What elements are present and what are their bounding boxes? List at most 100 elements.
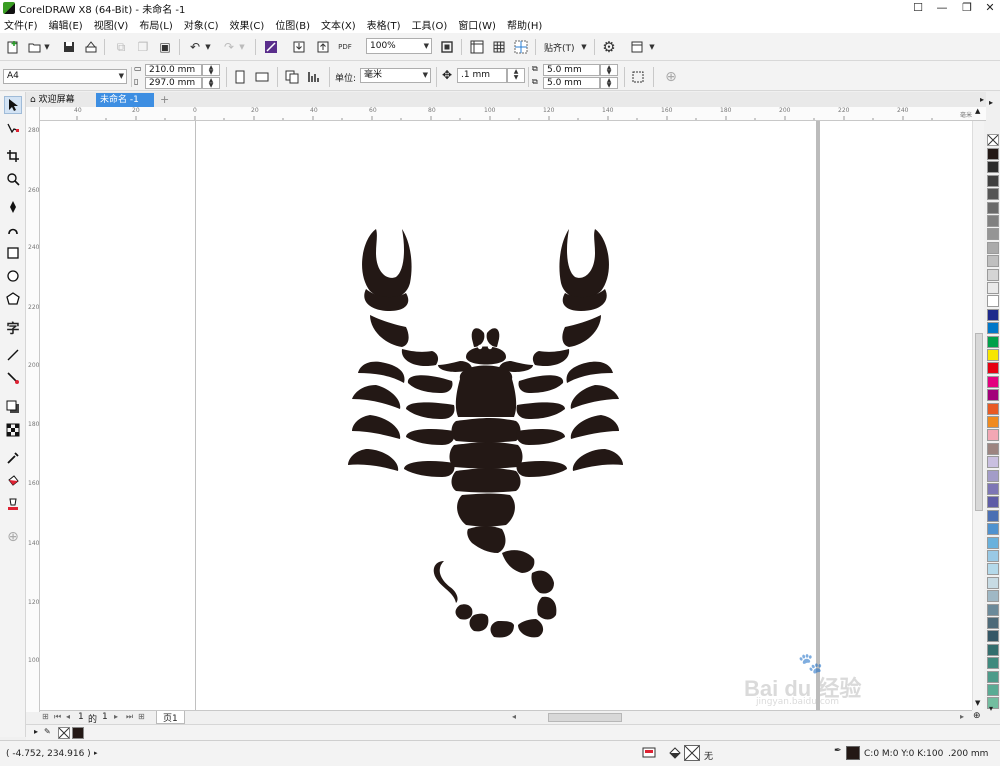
menu-view[interactable]: 视图(V) — [94, 17, 129, 32]
menu-window[interactable]: 窗口(W) — [458, 17, 496, 32]
rectangle-tool-icon[interactable] — [4, 244, 22, 262]
palette-swatch[interactable] — [987, 161, 999, 174]
palette-swatch[interactable] — [987, 389, 999, 402]
fill-none-swatch[interactable] — [684, 745, 700, 761]
palette-swatch[interactable] — [987, 442, 999, 455]
drop-shadow-tool-icon[interactable] — [4, 398, 22, 416]
menu-tools[interactable]: 工具(O) — [412, 17, 448, 32]
horizontal-ruler[interactable]: 40 20 0 20 40 60 80 100 120 140 160 180 … — [40, 107, 988, 121]
menu-text[interactable]: 文本(X) — [321, 17, 356, 32]
import-icon[interactable] — [290, 38, 308, 56]
open-recent-dropdown-icon[interactable]: ▼ — [42, 38, 52, 56]
palette-swatch[interactable] — [987, 174, 999, 187]
shape-tool-icon[interactable] — [4, 119, 22, 137]
palette-swatch[interactable] — [987, 201, 999, 214]
status-expand-icon[interactable]: ▸ — [94, 749, 98, 757]
horizontal-scroll-thumb[interactable] — [548, 713, 622, 722]
fill-bucket-icon[interactable] — [668, 746, 682, 763]
vertical-scrollbar[interactable]: ▲ ▼ — [972, 107, 984, 710]
duplicate-x-field[interactable]: 5.0 mm — [543, 64, 600, 76]
palette-swatch[interactable] — [987, 684, 999, 696]
palette-swatch[interactable] — [987, 416, 999, 428]
doc-artwork-color-swatch[interactable] — [72, 727, 84, 739]
current-page-icon[interactable] — [305, 68, 323, 86]
units-select[interactable]: 毫米 ▼ — [360, 68, 431, 83]
palette-swatch[interactable] — [987, 563, 999, 576]
print-icon[interactable] — [82, 38, 100, 56]
treat-as-filled-icon[interactable] — [629, 68, 647, 86]
landscape-orientation-icon[interactable] — [253, 68, 271, 86]
palette-swatch[interactable] — [987, 188, 999, 201]
close-button[interactable]: ✕ — [978, 0, 1000, 16]
restore-button[interactable]: ❐ — [955, 0, 979, 16]
page-1-tab[interactable]: 页1 — [156, 711, 185, 724]
eyedropper-tool-icon[interactable] — [4, 449, 22, 467]
palette-swatch[interactable] — [987, 670, 999, 683]
document-palette-menu-icon[interactable]: ▸ — [34, 727, 38, 736]
palette-swatch[interactable] — [987, 295, 999, 308]
outline-pen-icon[interactable]: ✒ — [834, 746, 842, 756]
smart-fill-tool-icon[interactable] — [4, 495, 22, 513]
scroll-down-icon[interactable]: ▼ — [975, 699, 980, 707]
palette-swatch[interactable] — [987, 429, 999, 442]
palette-swatch[interactable] — [987, 349, 999, 361]
undo-icon[interactable]: ↶ — [186, 38, 204, 56]
vertical-ruler[interactable]: 280 260 240 220 200 180 160 140 120 100 — [26, 107, 40, 712]
search-content-icon[interactable] — [262, 38, 280, 56]
menu-effects[interactable]: 效果(C) — [230, 17, 265, 32]
palette-swatch[interactable] — [987, 402, 999, 415]
vertical-scroll-thumb[interactable] — [975, 333, 983, 511]
add-property-icon[interactable]: ⊕ — [662, 68, 680, 86]
palette-swatch[interactable] — [987, 362, 999, 375]
palette-swatch[interactable] — [987, 617, 999, 629]
crop-tool-icon[interactable] — [4, 147, 22, 165]
user-account-icon[interactable]: ☐ — [906, 0, 930, 16]
show-grid-icon[interactable] — [490, 38, 508, 56]
text-tool-icon[interactable]: 字 — [4, 318, 22, 337]
page-width-field[interactable]: 210.0 mm — [145, 64, 202, 76]
palette-swatch[interactable] — [987, 268, 999, 281]
tab-welcome-screen[interactable]: ⌂ 欢迎屏幕 — [26, 93, 94, 107]
palette-swatch[interactable] — [987, 255, 999, 268]
launcher-dropdown-icon[interactable]: ▼ — [647, 38, 657, 56]
options-gear-icon[interactable]: ⚙ — [600, 38, 618, 56]
last-page-icon[interactable]: ⏭ — [126, 712, 133, 722]
export-icon[interactable] — [314, 38, 332, 56]
application-launcher-icon[interactable] — [628, 38, 646, 56]
new-document-icon[interactable] — [4, 38, 22, 56]
palette-swatch[interactable] — [987, 375, 999, 388]
nudge-distance-stepper[interactable]: ▲ ▼ — [507, 68, 525, 83]
previous-page-icon[interactable]: ◂ — [66, 712, 70, 721]
menu-file[interactable]: 文件(F) — [4, 17, 38, 32]
paste-icon[interactable]: ▣ — [156, 38, 174, 56]
full-screen-preview-icon[interactable] — [438, 38, 456, 56]
show-guidelines-icon[interactable] — [512, 38, 530, 56]
scorpion-artwork[interactable] — [40, 121, 972, 710]
palette-swatch[interactable] — [987, 241, 999, 254]
zoom-navigator-icon[interactable]: ⊕ — [973, 711, 981, 721]
freehand-tool-icon[interactable] — [4, 198, 22, 216]
add-page-before-icon[interactable]: ⊞ — [42, 712, 49, 721]
duplicate-y-stepper[interactable]: ▲ ▼ — [600, 77, 618, 89]
portrait-orientation-icon[interactable] — [231, 68, 249, 86]
nudge-distance-field[interactable]: .1 mm — [457, 68, 507, 83]
drawing-canvas[interactable]: 🐾 Bai du 经验 jingyan.baidu.com — [40, 121, 972, 710]
palette-swatch[interactable] — [987, 228, 999, 241]
palette-swatch[interactable] — [987, 550, 999, 562]
new-tab-icon[interactable]: + — [156, 93, 173, 107]
artistic-media-tool-icon[interactable] — [4, 221, 22, 239]
snap-to-menu[interactable]: 贴齐(T) — [544, 41, 575, 54]
horizontal-scrollbar[interactable]: ▸ — [520, 710, 972, 724]
palette-swatch[interactable] — [987, 643, 999, 656]
palette-swatch[interactable] — [987, 335, 999, 348]
redo-dropdown-icon[interactable]: ▼ — [237, 38, 247, 56]
page-height-field[interactable]: 297.0 mm — [145, 77, 202, 89]
menu-help[interactable]: 帮助(H) — [507, 17, 542, 32]
doc-no-color-swatch[interactable] — [58, 727, 70, 739]
palette-swatch[interactable] — [987, 308, 999, 321]
parallel-dimension-tool-icon[interactable] — [4, 346, 22, 364]
next-page-icon[interactable]: ▸ — [114, 712, 118, 721]
zoom-level-select[interactable]: 100% ▼ — [366, 38, 432, 54]
palette-scroll-down-icon[interactable]: ▾ — [989, 704, 993, 713]
palette-swatch[interactable] — [987, 576, 999, 589]
